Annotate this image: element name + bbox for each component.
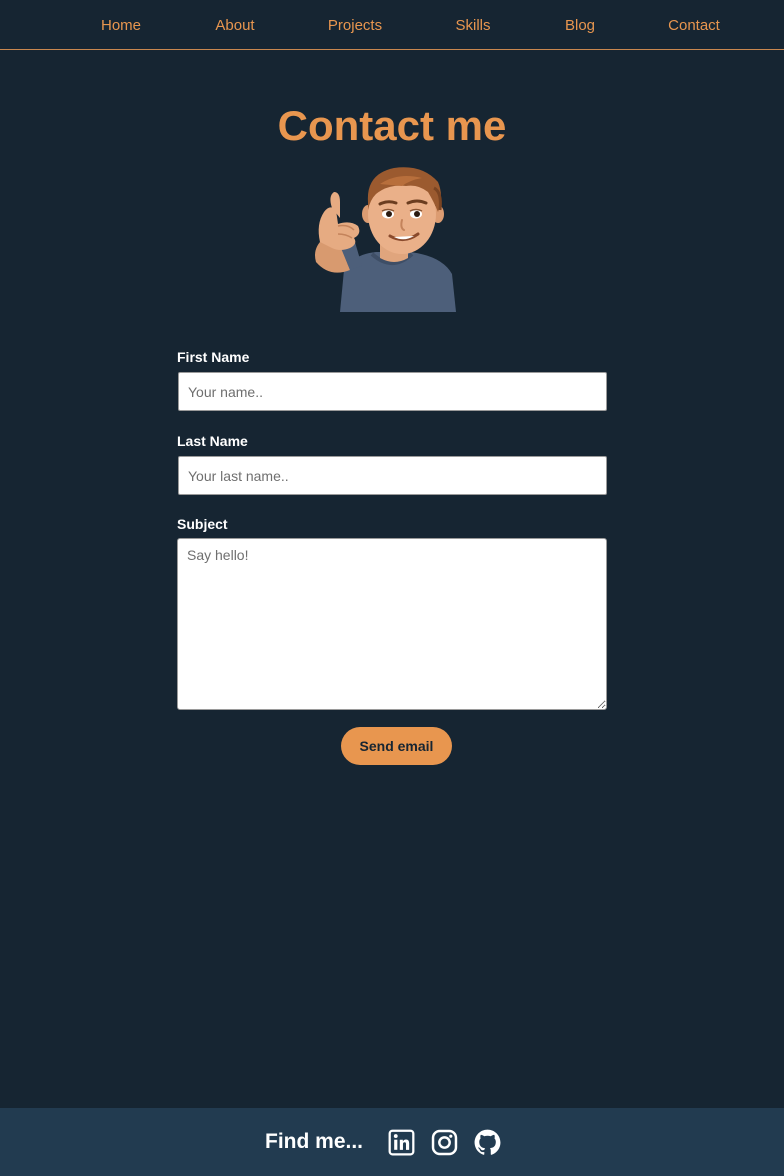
last-name-label: Last Name [177,433,248,449]
first-name-label: First Name [177,349,250,365]
nav-link-contact[interactable]: Contact [668,17,720,35]
nav-link-about[interactable]: About [215,17,254,35]
top-navigation: Home About Projects Skills Blog Contact [0,0,784,50]
avatar-image [315,167,456,312]
subject-label: Subject [177,516,228,532]
instagram-icon[interactable] [431,1129,458,1156]
nav-link-home[interactable]: Home [101,17,141,35]
first-name-input[interactable] [178,372,607,411]
nav-link-skills[interactable]: Skills [455,17,490,35]
find-me-heading: Find me... [265,1130,364,1153]
last-name-input[interactable] [178,456,607,495]
github-icon[interactable] [474,1129,501,1156]
footer: Find me... [0,1108,784,1176]
nav-link-projects[interactable]: Projects [328,17,382,35]
subject-textarea[interactable] [177,538,607,710]
linkedin-icon[interactable] [388,1129,415,1156]
page-title: Contact me [277,102,507,149]
send-email-button[interactable]: Send email [341,727,452,765]
nav-link-blog[interactable]: Blog [565,17,595,35]
